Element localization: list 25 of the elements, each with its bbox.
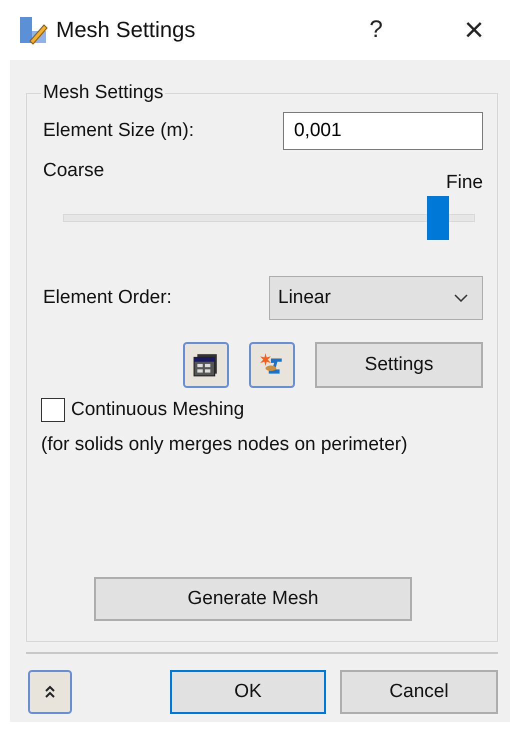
grid-window-icon <box>193 352 219 378</box>
window-title: Mesh Settings <box>56 17 196 43</box>
grid-icon-button[interactable] <box>183 342 229 388</box>
double-chevron-up-icon <box>44 685 56 699</box>
checkbox-label: Continuous Meshing <box>71 399 244 421</box>
element-order-dropdown[interactable]: Linear <box>269 276 483 320</box>
slider-thumb[interactable] <box>426 196 449 240</box>
field-label: Element Order: <box>43 287 172 309</box>
checkbox[interactable] <box>41 398 65 422</box>
slider-max-label: Fine <box>446 172 483 194</box>
cancel-button[interactable]: Cancel <box>340 670 498 714</box>
group-title: Mesh Settings <box>42 82 164 104</box>
field-label: Element Size (m): <box>43 120 194 142</box>
collapse-button[interactable] <box>28 670 72 714</box>
mesh-spark-icon-button[interactable] <box>249 342 295 388</box>
settings-button[interactable]: Settings <box>315 342 483 388</box>
chevron-down-icon <box>454 294 468 302</box>
note-text: (for solids only merges nodes on perimeter) <box>41 434 408 456</box>
slider-min-label: Coarse <box>43 160 104 183</box>
close-button[interactable]: × <box>448 10 500 50</box>
ok-button[interactable]: OK <box>170 670 326 714</box>
app-icon <box>18 15 48 45</box>
help-button[interactable]: ? <box>350 16 402 44</box>
element-size-field[interactable]: 0,001 <box>283 112 483 150</box>
generate-mesh-button[interactable]: Generate Mesh <box>94 577 412 621</box>
